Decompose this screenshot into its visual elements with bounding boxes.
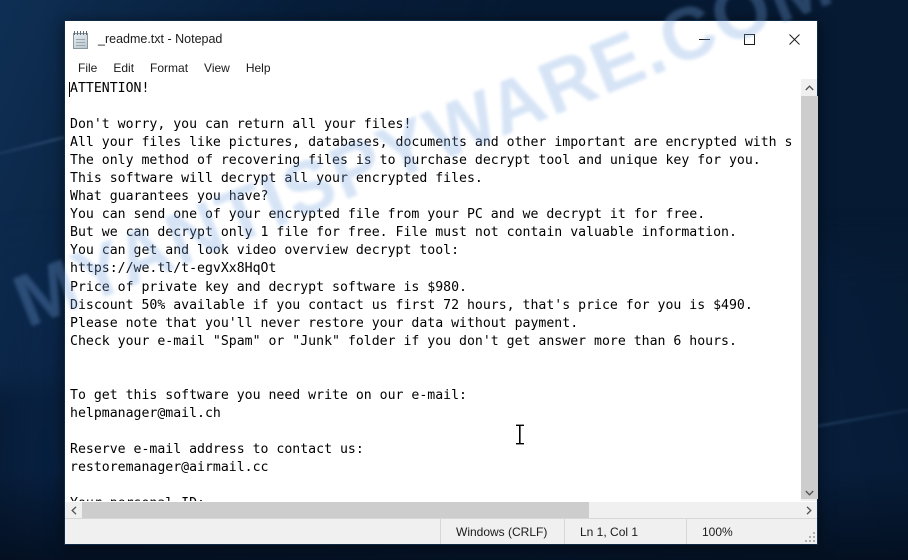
close-button[interactable] bbox=[772, 21, 817, 57]
text-editor[interactable]: ATTENTION! Don't worry, you can return a… bbox=[65, 79, 800, 501]
minimize-button[interactable] bbox=[682, 21, 727, 57]
status-bar: Windows (CRLF) Ln 1, Col 1 100% bbox=[65, 518, 817, 544]
close-icon bbox=[789, 33, 800, 45]
notepad-window[interactable]: _readme.txt - Notepad File Edit Format V… bbox=[64, 20, 818, 545]
scroll-down-button[interactable] bbox=[801, 484, 818, 501]
resize-grip-icon[interactable] bbox=[805, 532, 815, 542]
titlebar-left-group: _readme.txt - Notepad bbox=[65, 21, 222, 57]
minimize-icon bbox=[699, 38, 710, 40]
chevron-left-icon bbox=[70, 506, 76, 515]
menu-item-file[interactable]: File bbox=[70, 59, 105, 77]
document-text: ATTENTION! Don't worry, you can return a… bbox=[70, 81, 793, 501]
menu-item-format[interactable]: Format bbox=[142, 59, 196, 77]
menu-item-edit[interactable]: Edit bbox=[105, 59, 142, 77]
maximize-icon bbox=[744, 33, 755, 45]
menu-bar: File Edit Format View Help bbox=[65, 57, 817, 79]
status-bar-spacer bbox=[65, 519, 440, 544]
status-zoom-level: 100% bbox=[686, 519, 817, 544]
notepad-icon bbox=[73, 30, 90, 49]
scroll-right-button[interactable] bbox=[800, 502, 817, 519]
editor-area: ATTENTION! Don't worry, you can return a… bbox=[65, 79, 818, 501]
horizontal-scrollbar-thumb[interactable] bbox=[82, 502, 589, 519]
menu-item-view[interactable]: View bbox=[196, 59, 238, 77]
vertical-scrollbar[interactable] bbox=[800, 79, 818, 501]
chevron-down-icon bbox=[805, 490, 814, 496]
window-titlebar[interactable]: _readme.txt - Notepad bbox=[65, 21, 817, 57]
menu-item-help[interactable]: Help bbox=[238, 59, 279, 77]
scroll-up-button[interactable] bbox=[801, 79, 818, 96]
horizontal-scrollbar[interactable] bbox=[65, 501, 817, 519]
window-title: _readme.txt - Notepad bbox=[98, 32, 223, 46]
vertical-scrollbar-thumb[interactable] bbox=[801, 96, 818, 499]
status-encoding: Windows (CRLF) bbox=[440, 519, 564, 544]
scroll-left-button[interactable] bbox=[65, 502, 82, 519]
window-controls bbox=[682, 21, 817, 57]
chevron-up-icon bbox=[805, 84, 814, 90]
chevron-right-icon bbox=[806, 506, 812, 515]
status-cursor-position: Ln 1, Col 1 bbox=[564, 519, 686, 544]
maximize-button[interactable] bbox=[727, 21, 772, 57]
